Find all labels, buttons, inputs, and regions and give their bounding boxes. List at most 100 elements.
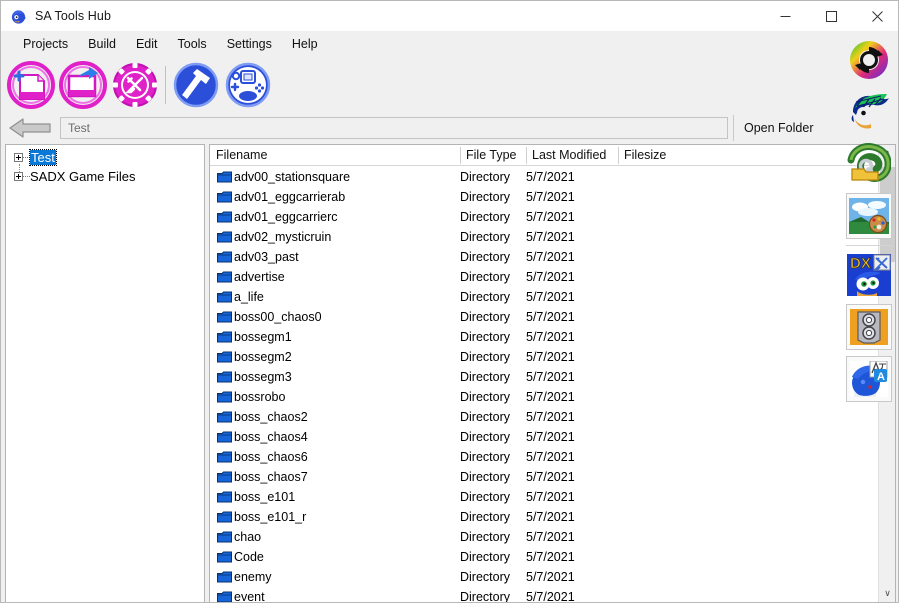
cell-lastmodified: 5/7/2021 <box>526 470 575 484</box>
table-row[interactable]: adv02_mysticruin Directory 5/7/2021 <box>210 227 879 247</box>
new-project-button[interactable] <box>5 59 57 111</box>
table-row[interactable]: boss00_chaos0 Directory 5/7/2021 <box>210 307 879 327</box>
cell-lastmodified: 5/7/2021 <box>526 570 575 584</box>
project-settings-button[interactable] <box>109 59 161 111</box>
expand-icon[interactable] <box>14 172 23 181</box>
folder-icon <box>217 371 232 383</box>
cell-filename: boss_chaos4 <box>210 430 460 444</box>
menu-item-help[interactable]: Help <box>282 33 328 55</box>
menu-bar: Projects Build Edit Tools Settings Help <box>1 31 898 57</box>
table-row[interactable]: bossegm2 Directory 5/7/2021 <box>210 347 879 367</box>
text-editor-button[interactable]: A <box>845 356 892 402</box>
filename-label: boss_chaos4 <box>234 430 308 444</box>
column-header-filesize[interactable]: Filesize <box>618 145 708 166</box>
table-row[interactable]: enemy Directory 5/7/2021 <box>210 567 879 587</box>
cell-filetype: Directory <box>460 330 511 344</box>
table-row[interactable]: adv00_stationsquare Directory 5/7/2021 <box>210 167 879 187</box>
folder-icon <box>217 311 232 323</box>
cell-lastmodified: 5/7/2021 <box>526 310 575 324</box>
tree-node-label: Test <box>29 149 57 166</box>
open-project-button[interactable] <box>57 59 109 111</box>
tree-node-label: SADX Game Files <box>30 169 136 184</box>
table-row[interactable]: adv01_eggcarrierc Directory 5/7/2021 <box>210 207 879 227</box>
table-row[interactable]: bossegm3 Directory 5/7/2021 <box>210 367 879 387</box>
filename-label: boss_chaos6 <box>234 450 308 464</box>
project-tree-panel[interactable]: Test SADX Game Files <box>5 144 205 602</box>
table-row[interactable]: boss_chaos4 Directory 5/7/2021 <box>210 427 879 447</box>
table-row[interactable]: bossrobo Directory 5/7/2021 <box>210 387 879 407</box>
dreamcast-tools-button[interactable] <box>222 59 274 111</box>
title-bar: SA Tools Hub <box>1 1 898 31</box>
menu-item-tools[interactable]: Tools <box>168 33 217 55</box>
column-header-filetype[interactable]: File Type <box>460 145 526 166</box>
cell-filetype: Directory <box>460 550 511 564</box>
build-button[interactable] <box>170 59 222 111</box>
menu-item-edit[interactable]: Edit <box>126 33 168 55</box>
table-row[interactable]: advertise Directory 5/7/2021 <box>210 267 879 287</box>
sadx-tools-button[interactable]: DX <box>846 252 892 298</box>
cell-filetype: Directory <box>460 410 511 424</box>
table-row[interactable]: bossegm1 Directory 5/7/2021 <box>210 327 879 347</box>
maximize-button[interactable] <box>808 1 854 31</box>
cell-filename: bossegm2 <box>210 350 460 364</box>
window-controls <box>762 1 898 31</box>
folder-icon <box>217 531 232 543</box>
table-row[interactable]: boss_e101_r Directory 5/7/2021 <box>210 507 879 527</box>
expand-icon[interactable] <box>14 153 23 162</box>
table-row[interactable]: event Directory 5/7/2021 <box>210 587 879 603</box>
menu-item-build[interactable]: Build <box>78 33 126 55</box>
folder-icon <box>217 271 232 283</box>
filename-label: enemy <box>234 570 272 584</box>
column-header-lastmodified[interactable]: Last Modified <box>526 145 618 166</box>
sound-tool-button[interactable] <box>845 304 892 350</box>
svg-text:A: A <box>877 371 885 383</box>
back-button[interactable] <box>6 115 54 141</box>
cell-filetype: Directory <box>460 370 511 384</box>
open-folder-button[interactable]: Open Folder <box>734 115 823 141</box>
menu-item-projects[interactable]: Projects <box>13 33 78 55</box>
file-list-panel[interactable]: Filename File Type Last Modified Filesiz… <box>209 144 896 603</box>
close-button[interactable] <box>854 1 898 31</box>
table-row[interactable]: boss_e101 Directory 5/7/2021 <box>210 487 879 507</box>
model-editor-button[interactable] <box>846 89 892 135</box>
column-header-filename[interactable]: Filename <box>210 145 460 166</box>
table-row[interactable]: chao Directory 5/7/2021 <box>210 527 879 547</box>
table-row[interactable]: Code Directory 5/7/2021 <box>210 547 879 567</box>
file-list-rows: adv00_stationsquare Directory 5/7/2021 adv0… <box>210 167 879 603</box>
cell-filename: event <box>210 590 460 603</box>
filename-label: adv00_stationsquare <box>234 170 351 184</box>
table-row[interactable]: boss_chaos7 Directory 5/7/2021 <box>210 467 879 487</box>
table-row[interactable]: adv03_past Directory 5/7/2021 <box>210 247 879 267</box>
build-hammer-icon <box>172 61 220 109</box>
scroll-down-arrow-icon[interactable]: ∨ <box>879 585 895 602</box>
tree-node-sadx-game-files[interactable]: SADX Game Files <box>6 167 204 186</box>
cell-lastmodified: 5/7/2021 <box>526 290 575 304</box>
level-workshop-button[interactable] <box>846 141 892 187</box>
texture-editor-button[interactable] <box>845 193 892 239</box>
cell-lastmodified: 5/7/2021 <box>526 230 575 244</box>
filename-label: adv02_mysticruin <box>234 230 332 244</box>
table-row[interactable]: boss_chaos2 Directory 5/7/2021 <box>210 407 879 427</box>
cell-filename: adv00_stationsquare <box>210 170 460 184</box>
menu-item-settings[interactable]: Settings <box>217 33 282 55</box>
table-row[interactable]: a_life Directory 5/7/2021 <box>210 287 879 307</box>
cell-filetype: Directory <box>460 450 511 464</box>
filename-label: event <box>234 590 265 603</box>
sonic-app-icon <box>9 7 27 25</box>
path-input[interactable]: Test <box>60 117 728 139</box>
text-editor-icon: A <box>849 361 888 397</box>
folder-icon <box>217 231 232 243</box>
sidebar-divider <box>845 245 892 246</box>
filename-label: a_life <box>234 290 264 304</box>
table-row[interactable]: adv01_eggcarrierab Directory 5/7/2021 <box>210 187 879 207</box>
folder-icon <box>217 511 232 523</box>
minimize-button[interactable] <box>762 1 808 31</box>
tree-node-test[interactable]: Test <box>6 148 204 167</box>
cell-lastmodified: 5/7/2021 <box>526 530 575 544</box>
cell-filename: boss00_chaos0 <box>210 310 460 324</box>
table-row[interactable]: boss_chaos6 Directory 5/7/2021 <box>210 447 879 467</box>
navigation-bar: Test Open Folder <box>1 113 898 143</box>
texture-converter-button[interactable] <box>846 37 892 83</box>
cell-filename: boss_e101_r <box>210 510 460 524</box>
cell-filetype: Directory <box>460 230 511 244</box>
